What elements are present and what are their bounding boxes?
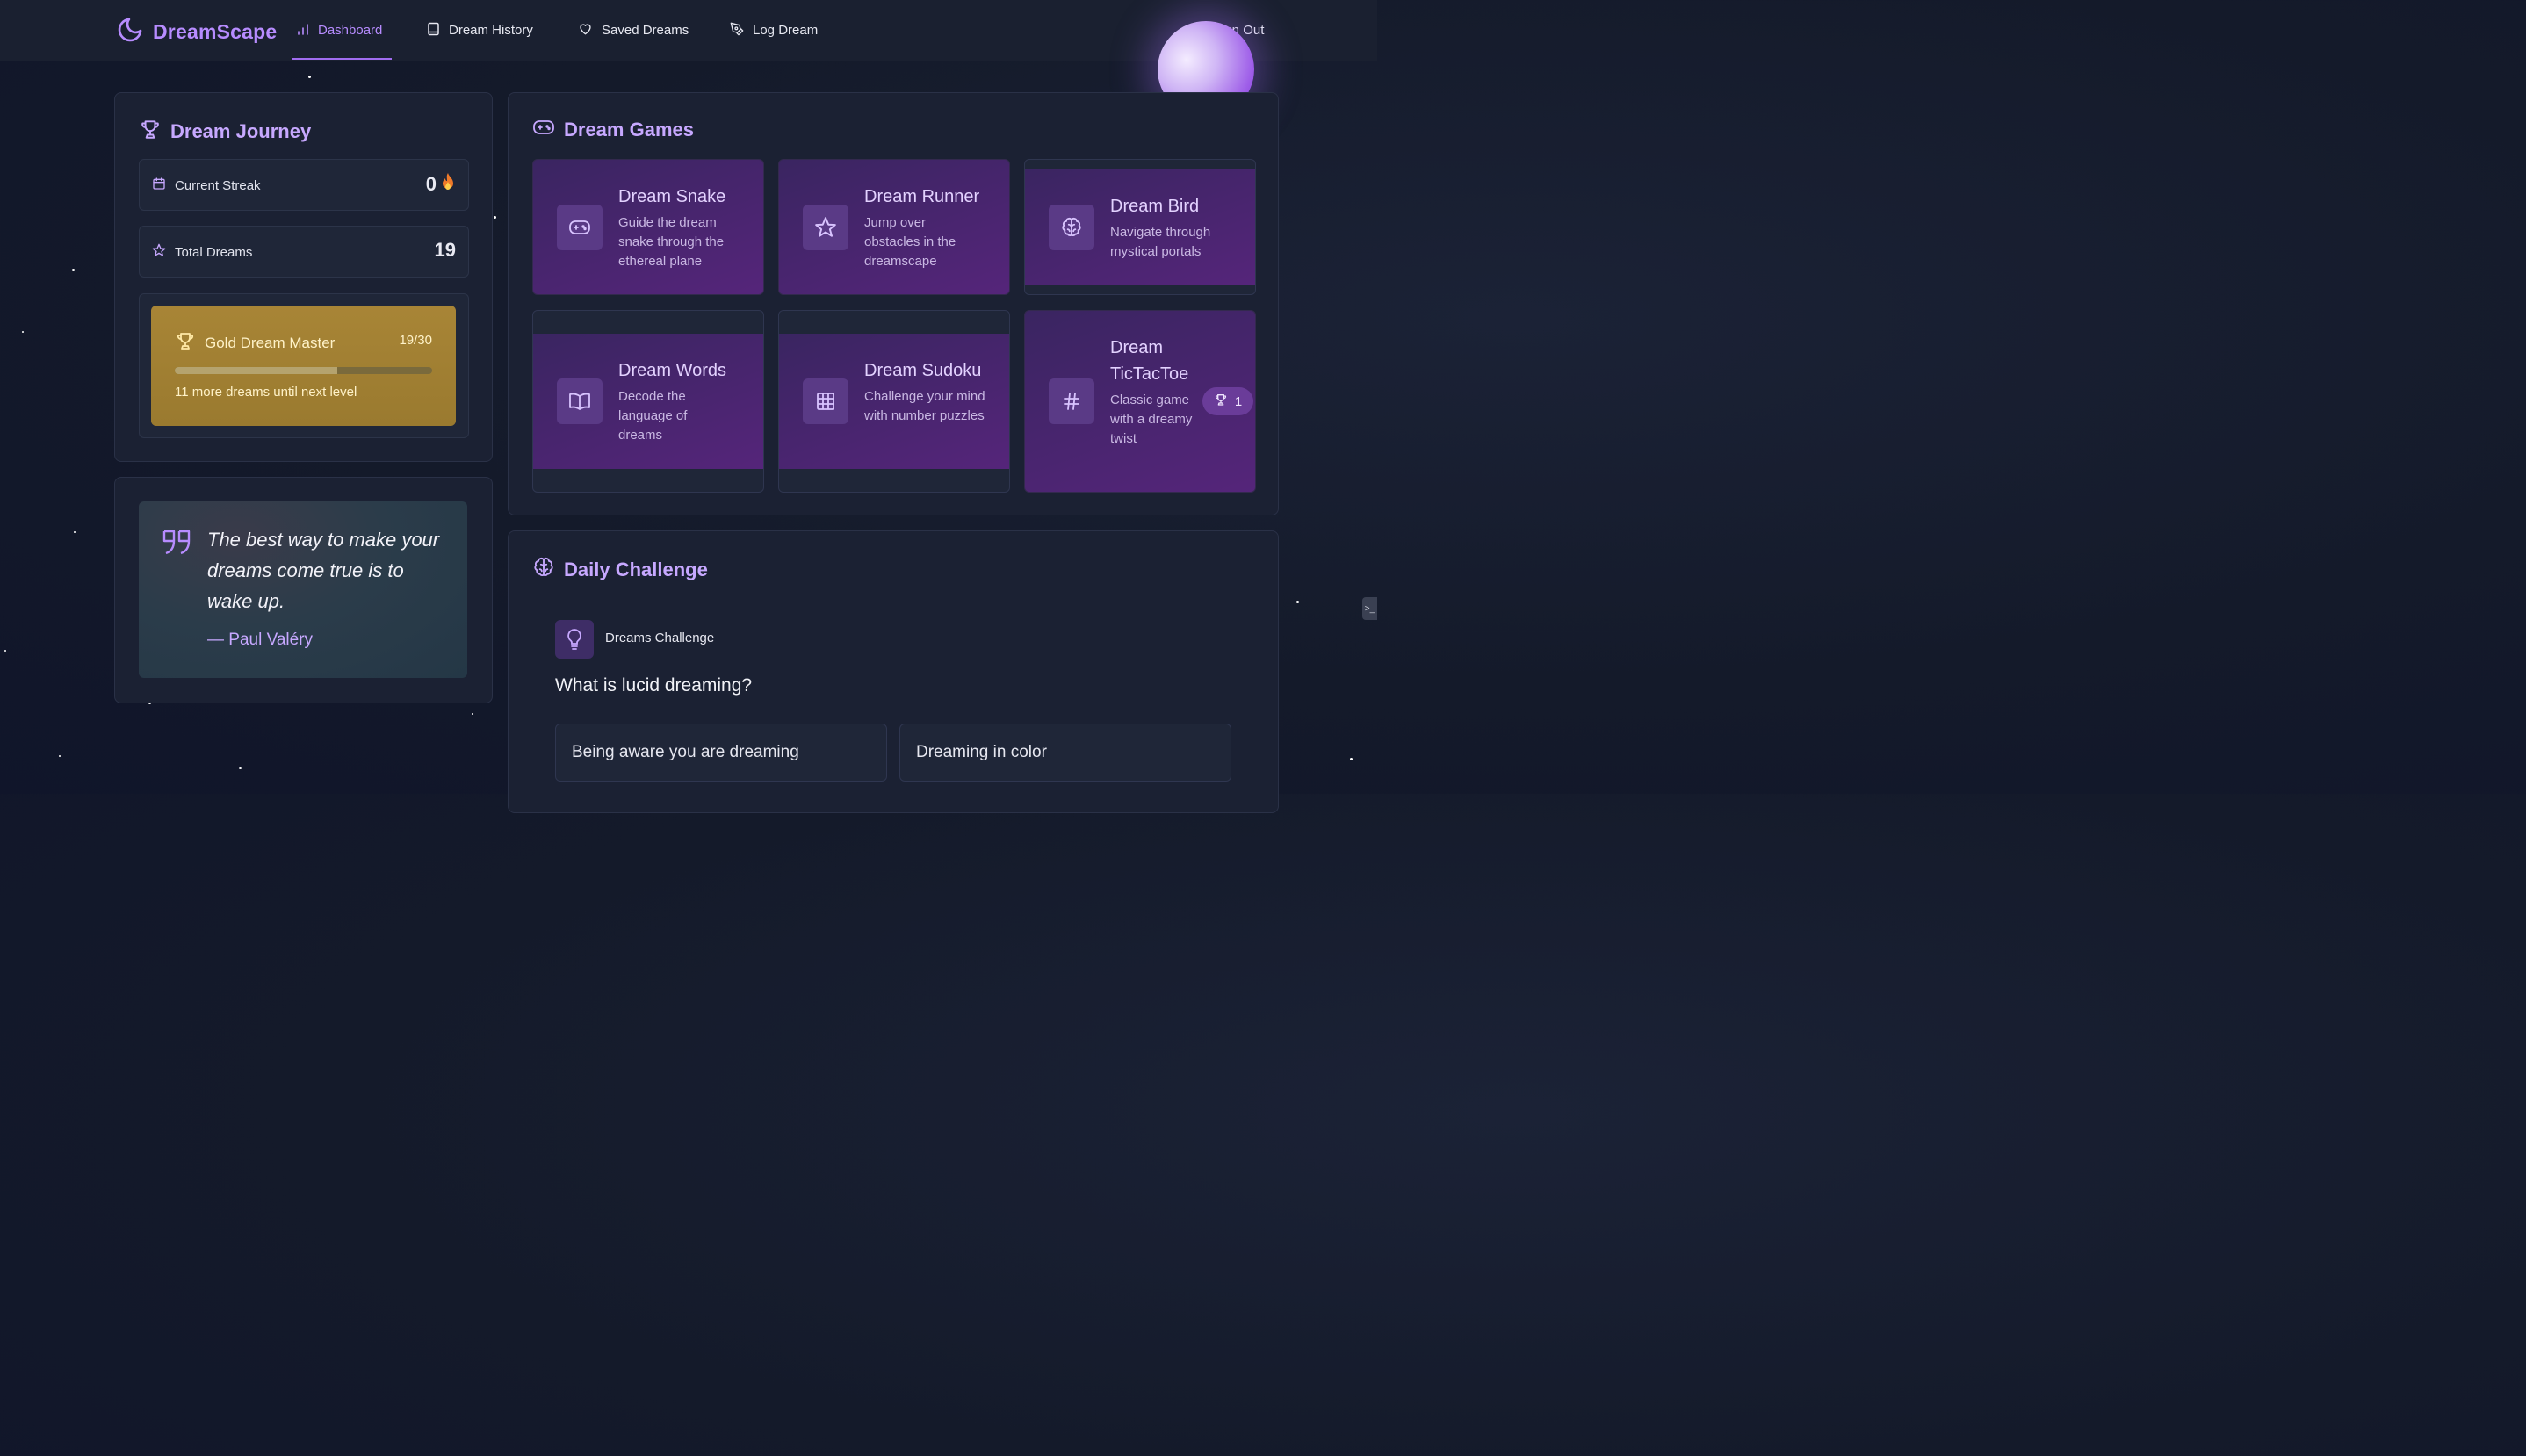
trophy-icon (1214, 393, 1228, 410)
level-note: 11 more dreams until next level (175, 385, 357, 400)
star (1296, 601, 1299, 603)
book-icon (427, 22, 440, 40)
current-streak-value: 0 (426, 172, 456, 197)
level-count: 19/30 (399, 333, 432, 348)
game-title: Dream Bird (1110, 197, 1200, 216)
gamepad-icon (557, 205, 603, 250)
game-description: Navigate through mystical portals (1110, 225, 1211, 259)
brain-icon (1049, 205, 1094, 250)
star (72, 269, 75, 271)
game-card-dream-bird[interactable]: Dream Bird Navigate through mystical por… (1024, 159, 1256, 295)
nav-dashboard-label: Dashboard (318, 23, 383, 38)
game-card-dream-words[interactable]: Dream Words Decode the language of dream… (532, 310, 764, 493)
answer-option[interactable]: Dreaming in color (899, 724, 1231, 782)
game-description: Jump over obstacles in the dreamscape (864, 215, 956, 269)
brand-name: DreamScape (153, 20, 278, 43)
nav-dream-history-label: Dream History (449, 23, 533, 38)
star (22, 331, 24, 333)
game-title: Dream Words (618, 361, 726, 380)
current-streak-number: 0 (425, 173, 437, 195)
hash-icon (1049, 378, 1094, 424)
quote-text: The best way to make your dreams come tr… (207, 529, 440, 612)
level-name-text: Gold Dream Master (205, 334, 336, 351)
nav-saved-dreams-label: Saved Dreams (602, 23, 689, 38)
dream-games-panel: Dream Games Dream Snake Guide the dream … (508, 92, 1279, 515)
total-dreams-label: Total Dreams (152, 243, 252, 261)
daily-challenge-title: Daily Challenge (532, 556, 708, 584)
game-title: Dream Snake (618, 187, 726, 206)
star (472, 713, 473, 715)
nav-saved-dreams[interactable]: Saved Dreams (578, 0, 689, 61)
dream-journey-title: Dream Journey (139, 118, 311, 146)
trophy-icon (175, 330, 196, 356)
game-card-dream-sudoku[interactable]: Dream Sudoku Challenge your mind with nu… (778, 310, 1010, 493)
lightbulb-icon (555, 620, 594, 659)
dream-games-title: Dream Games (532, 118, 694, 142)
level-progress-bar (175, 367, 432, 374)
star (239, 767, 242, 769)
challenge-question: What is lucid dreaming? (555, 675, 753, 696)
quote-author: — Paul Valéry (207, 631, 314, 649)
game-title: Dream Sudoku (864, 361, 982, 380)
nav-log-dream-label: Log Dream (753, 23, 819, 38)
level-progress-fill (175, 367, 338, 374)
bar-chart-icon (297, 23, 309, 39)
current-streak-text: Current Streak (175, 177, 261, 193)
heart-icon (578, 22, 593, 39)
total-dreams-value: 19 (434, 239, 456, 261)
game-card-dream-tictactoe[interactable]: Dream TicTacToe Classic game with a drea… (1024, 310, 1256, 493)
star-icon (803, 205, 848, 250)
quote-card: The best way to make your dreams come tr… (139, 501, 467, 678)
game-title: Dream Runner (864, 187, 980, 206)
open-book-icon (557, 378, 603, 424)
current-streak-label: Current Streak (152, 177, 261, 194)
level-name: Gold Dream Master (175, 330, 335, 356)
answer-option[interactable]: Being aware you are dreaming (555, 724, 887, 782)
star (1350, 758, 1353, 760)
current-streak-row: Current Streak 0 (139, 159, 469, 211)
trophy-icon (139, 118, 162, 146)
level-card: Gold Dream Master 19/30 11 more dreams u… (151, 306, 456, 426)
level-section: Gold Dream Master 19/30 11 more dreams u… (139, 293, 469, 438)
trophy-badge-count: 1 (1234, 393, 1243, 409)
nav-dashboard[interactable]: Dashboard (297, 0, 382, 61)
brain-icon (532, 556, 555, 584)
pen-icon (730, 22, 744, 40)
daily-challenge-title-text: Daily Challenge (564, 559, 708, 580)
nav-dream-history[interactable]: Dream History (427, 0, 533, 61)
fire-icon (440, 172, 456, 197)
calendar-icon (152, 177, 166, 194)
side-panel-toggle[interactable]: >_ (1362, 597, 1377, 620)
game-title: Dream TicTacToe (1110, 338, 1189, 384)
dream-journey-panel: Dream Journey Current Streak 0 Total Dre… (114, 92, 493, 462)
grid-icon (803, 378, 848, 424)
moon-icon (116, 16, 144, 48)
game-card-dream-snake[interactable]: Dream Snake Guide the dream snake throug… (532, 159, 764, 295)
total-dreams-row: Total Dreams 19 (139, 226, 469, 278)
quote-panel: The best way to make your dreams come tr… (114, 477, 493, 703)
star (74, 531, 76, 533)
total-dreams-text: Total Dreams (175, 244, 253, 260)
active-tab-indicator (292, 58, 392, 60)
star (59, 755, 61, 757)
star (308, 76, 311, 78)
nav-log-dream[interactable]: Log Dream (730, 0, 818, 61)
dream-games-title-text: Dream Games (564, 119, 694, 141)
challenge-label: Dreams Challenge (605, 631, 715, 645)
brand-logo[interactable]: DreamScape (116, 16, 277, 48)
quote-icon (162, 528, 193, 560)
game-card-dream-runner[interactable]: Dream Runner Jump over obstacles in the … (778, 159, 1010, 295)
game-description: Decode the language of dreams (618, 389, 688, 443)
game-description: Classic game with a dreamy twist (1110, 393, 1193, 446)
daily-challenge-panel: Daily Challenge Dreams Challenge What is… (508, 530, 1279, 813)
star (4, 650, 6, 652)
gamepad-icon (532, 118, 555, 142)
trophy-badge: 1 (1202, 387, 1253, 415)
star-icon (152, 243, 166, 261)
dream-journey-title-text: Dream Journey (170, 120, 312, 142)
star (494, 216, 496, 219)
game-description: Guide the dream snake through the ethere… (618, 215, 725, 269)
game-description: Challenge your mind with number puzzles (864, 389, 985, 423)
